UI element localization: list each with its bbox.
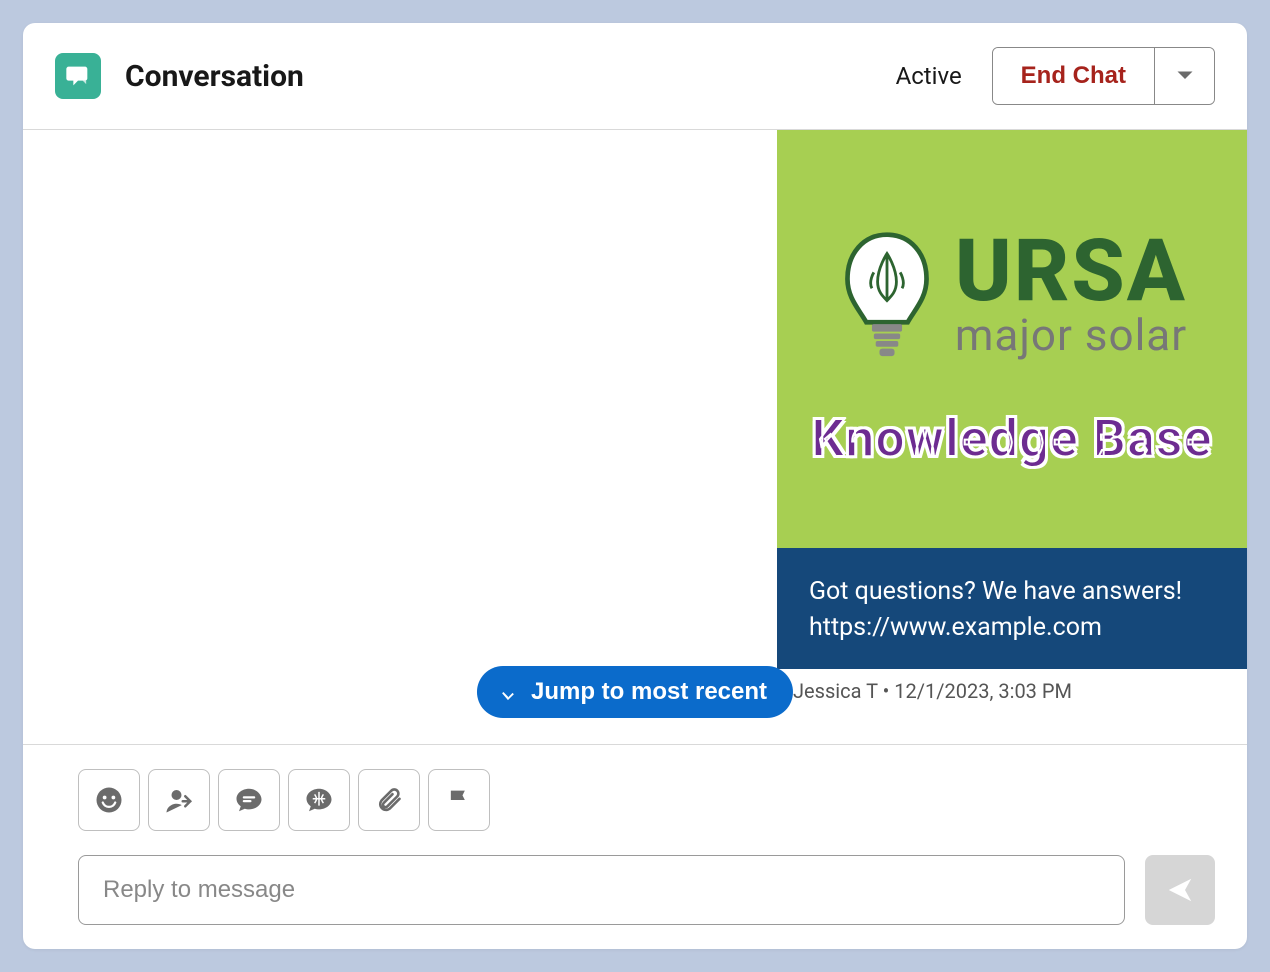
emoji-icon [94,785,124,815]
message-caption: Got questions? We have answers! https://… [777,548,1247,669]
brand-name: URSA [955,230,1187,312]
chat-body: URSA major solar Knowledge Base Got ques… [23,130,1247,744]
conversation-panel: Conversation Active End Chat [23,23,1247,949]
send-button[interactable] [1145,855,1215,925]
chat-icon [234,785,264,815]
knowledge-base-label: Knowledge Base [811,408,1212,469]
composer-toolbar [78,769,1215,831]
global-chat-icon [304,785,334,815]
quick-text-button[interactable] [218,769,280,831]
transfer-button[interactable] [148,769,210,831]
input-row [78,855,1215,925]
message-card[interactable]: URSA major solar Knowledge Base Got ques… [777,130,1247,703]
end-chat-button[interactable]: End Chat [993,48,1154,104]
send-icon [1165,875,1195,905]
end-chat-group: End Chat [992,47,1215,105]
paperclip-icon [375,786,403,814]
brand-logo: URSA major solar [837,230,1187,390]
caption-line-2: https://www.example.com [809,610,1215,646]
page-title: Conversation [125,59,896,94]
panel-header: Conversation Active End Chat [23,23,1247,130]
caption-line-1: Got questions? We have answers! [809,574,1215,610]
end-chat-dropdown[interactable] [1154,48,1214,104]
brand-tagline: major solar [955,313,1187,357]
emoji-button[interactable] [78,769,140,831]
status-label: Active [896,62,962,90]
message-meta: Jessica T • 12/1/2023, 3:03 PM [777,669,1247,703]
arrow-down-icon [497,681,519,703]
chevron-down-icon [1176,70,1194,82]
transfer-icon [164,785,194,815]
attach-button[interactable] [358,769,420,831]
flag-icon [445,786,473,814]
composer [23,744,1247,949]
flag-button[interactable] [428,769,490,831]
reply-input[interactable] [78,855,1125,925]
macro-button[interactable] [288,769,350,831]
conversation-icon [55,53,101,99]
lightbulb-icon [837,230,937,390]
jump-label: Jump to most recent [531,678,767,706]
message-image: URSA major solar Knowledge Base [777,130,1247,548]
jump-to-recent-button[interactable]: Jump to most recent [477,666,793,718]
